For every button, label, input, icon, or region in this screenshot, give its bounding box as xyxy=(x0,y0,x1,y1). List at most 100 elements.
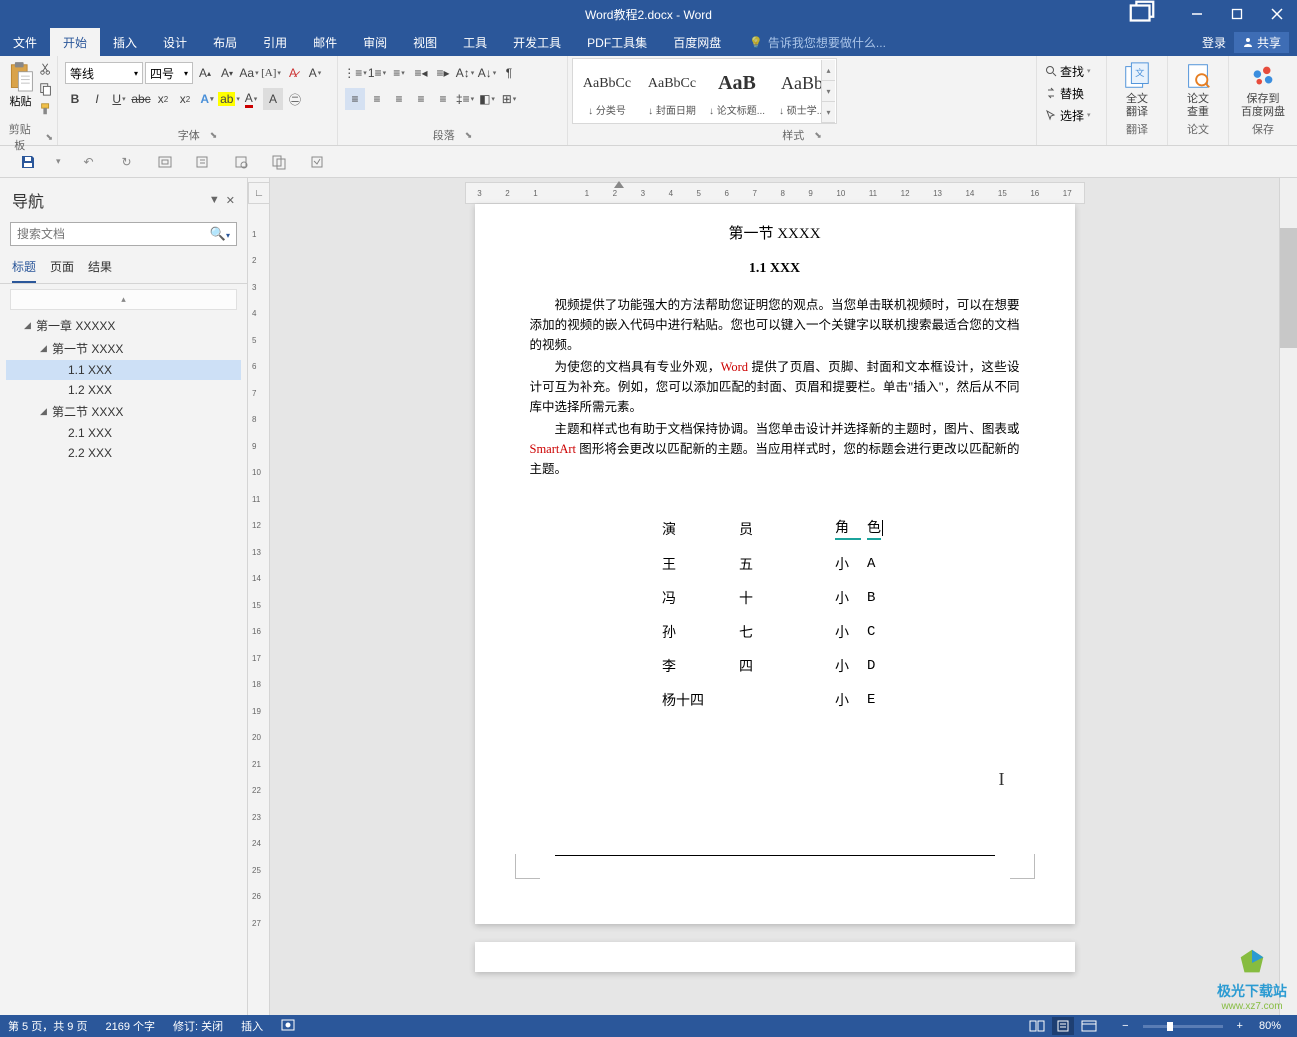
show-marks-button[interactable]: ¶ xyxy=(499,62,519,84)
status-page[interactable]: 第 5 页，共 9 页 xyxy=(8,1018,87,1034)
full-translate-button[interactable]: 文 全文翻译 xyxy=(1111,58,1163,119)
save-icon[interactable] xyxy=(18,152,38,172)
nav-search-input[interactable] xyxy=(17,227,210,241)
bold-button[interactable]: B xyxy=(65,88,85,110)
nav-tab-results[interactable]: 结果 xyxy=(88,258,112,283)
tree-item[interactable]: 2.2 XXX xyxy=(6,443,241,463)
horizontal-ruler[interactable]: 3211234567891011121314151617 xyxy=(465,182,1085,204)
tell-me-search[interactable]: 告诉我您想要做什么... xyxy=(749,28,886,56)
text-effects-button[interactable]: A xyxy=(197,88,217,110)
decrease-indent-button[interactable]: ≡◂ xyxy=(411,62,431,84)
zoom-out-button[interactable]: − xyxy=(1118,1020,1132,1032)
change-case-button[interactable]: Aa xyxy=(239,62,259,84)
tab-insert[interactable]: 插入 xyxy=(100,28,150,56)
thesis-check-button[interactable]: 论文查重 xyxy=(1172,58,1224,119)
borders-button[interactable]: ⊞ xyxy=(499,88,519,110)
nav-search-box[interactable]: 🔍▾ xyxy=(10,222,237,246)
tab-home[interactable]: 开始 xyxy=(50,28,100,56)
shading-button[interactable]: ◧ xyxy=(477,88,497,110)
paste-button[interactable]: 粘贴 xyxy=(4,58,37,109)
status-words[interactable]: 2169 个字 xyxy=(105,1018,155,1034)
highlight-button[interactable]: ab xyxy=(219,88,239,110)
maximize-button[interactable] xyxy=(1217,0,1257,28)
text-direction-button[interactable]: A↕ xyxy=(455,62,475,84)
font-size-select[interactable]: 四号▾ xyxy=(145,62,193,84)
tab-design[interactable]: 设计 xyxy=(150,28,200,56)
tree-item[interactable]: 1.1 XXX xyxy=(6,360,241,380)
nav-collapse-all[interactable]: ▴ xyxy=(10,289,237,310)
font-color-button[interactable]: A xyxy=(241,88,261,110)
clear-format-button[interactable]: A̷ xyxy=(283,62,303,84)
subscript-button[interactable]: x2 xyxy=(153,88,173,110)
close-button[interactable] xyxy=(1257,0,1297,28)
enclose-char-button[interactable]: ㊁ xyxy=(285,88,305,110)
cut-button[interactable] xyxy=(39,62,53,79)
tab-pdf[interactable]: PDF工具集 xyxy=(574,28,660,56)
search-icon[interactable]: 🔍▾ xyxy=(210,226,230,242)
phonetic-button[interactable]: [A] xyxy=(261,62,281,84)
tab-mailings[interactable]: 邮件 xyxy=(300,28,350,56)
format-painter-button[interactable] xyxy=(39,102,53,119)
qat-icon-2[interactable] xyxy=(193,152,213,172)
clipboard-launcher-icon[interactable]: ⬊ xyxy=(45,132,53,143)
tab-devtools[interactable]: 开发工具 xyxy=(500,28,574,56)
char-shading-button[interactable]: A xyxy=(263,88,283,110)
nav-dropdown-icon[interactable]: ▼ xyxy=(209,194,220,207)
nav-close-icon[interactable]: ✕ xyxy=(226,194,235,207)
find-button[interactable]: 查找 ▾ xyxy=(1041,60,1095,82)
tree-item[interactable]: ◢第一章 XXXXX xyxy=(6,314,241,337)
tree-item[interactable]: ◢第二节 XXXX xyxy=(6,400,241,423)
select-button[interactable]: 选择 ▾ xyxy=(1041,104,1095,126)
line-spacing-button[interactable]: ‡≡ xyxy=(455,88,475,110)
view-web-icon[interactable] xyxy=(1078,1017,1100,1035)
tab-tools[interactable]: 工具 xyxy=(450,28,500,56)
grow-font-button[interactable]: A▴ xyxy=(195,62,215,84)
justify-button[interactable]: ≡ xyxy=(411,88,431,110)
shrink-font-button[interactable]: A▾ xyxy=(217,62,237,84)
tab-layout[interactable]: 布局 xyxy=(200,28,250,56)
status-insert[interactable]: 插入 xyxy=(241,1018,263,1034)
nav-tab-headings[interactable]: 标题 xyxy=(12,258,36,283)
tab-review[interactable]: 审阅 xyxy=(350,28,400,56)
font-name-select[interactable]: 等线▾ xyxy=(65,62,143,84)
style-item-2[interactable]: AaB↓ 论文标题... xyxy=(705,62,769,120)
vertical-ruler[interactable]: ∟ 12345678910111213141516171819202122232… xyxy=(248,178,270,1015)
copy-button[interactable] xyxy=(39,82,53,99)
nav-tab-pages[interactable]: 页面 xyxy=(50,258,74,283)
view-print-icon[interactable] xyxy=(1052,1017,1074,1035)
numbering-button[interactable]: 1≡ xyxy=(367,62,387,84)
sort-button[interactable]: A↓ xyxy=(477,62,497,84)
vertical-scrollbar[interactable] xyxy=(1279,178,1297,1015)
document-page[interactable]: 第一节 XXXX 1.1 XXX 视频提供了功能强大的方法帮助您证明您的观点。当… xyxy=(475,204,1075,924)
share-button[interactable]: 共享 xyxy=(1234,32,1289,53)
save-baidu-button[interactable]: 保存到百度网盘 xyxy=(1233,58,1293,119)
underline-button[interactable]: U xyxy=(109,88,129,110)
document-scroll[interactable]: 3211234567891011121314151617 第一节 XXXX 1.… xyxy=(270,178,1279,1015)
tab-selector[interactable]: ∟ xyxy=(248,182,270,204)
tree-item[interactable]: 2.1 XXX xyxy=(6,423,241,443)
superscript-button[interactable]: x2 xyxy=(175,88,195,110)
align-center-button[interactable]: ≡ xyxy=(367,88,387,110)
align-right-button[interactable]: ≡ xyxy=(389,88,409,110)
style-item-0[interactable]: AaBbCc↓ 分类号 xyxy=(575,62,639,120)
multilevel-button[interactable]: ≡ xyxy=(389,62,409,84)
distribute-button[interactable]: ≡ xyxy=(433,88,453,110)
status-macro-icon[interactable] xyxy=(281,1019,295,1034)
align-left-button[interactable]: ≡ xyxy=(345,88,365,110)
strike-button[interactable]: abc xyxy=(131,88,151,110)
increase-indent-button[interactable]: ≡▸ xyxy=(433,62,453,84)
bullets-button[interactable]: ⋮≡ xyxy=(345,62,365,84)
char-border-button[interactable]: A xyxy=(305,62,325,84)
font-launcher-icon[interactable]: ⬊ xyxy=(210,130,218,141)
tree-item[interactable]: 1.2 XXX xyxy=(6,380,241,400)
style-gallery-scroll[interactable]: ▴▾▾ xyxy=(821,60,835,123)
style-item-1[interactable]: AaBbCc↓ 封面日期 xyxy=(640,62,704,120)
ribbon-display-icon[interactable] xyxy=(1127,0,1157,31)
styles-launcher-icon[interactable]: ⬊ xyxy=(814,130,822,141)
tree-item[interactable]: ◢第一节 XXXX xyxy=(6,337,241,360)
undo-icon[interactable]: ↶ xyxy=(79,152,99,172)
tab-view[interactable]: 视图 xyxy=(400,28,450,56)
qat-icon-1[interactable] xyxy=(155,152,175,172)
status-track[interactable]: 修订: 关闭 xyxy=(173,1018,223,1034)
tab-file[interactable]: 文件 xyxy=(0,28,50,56)
